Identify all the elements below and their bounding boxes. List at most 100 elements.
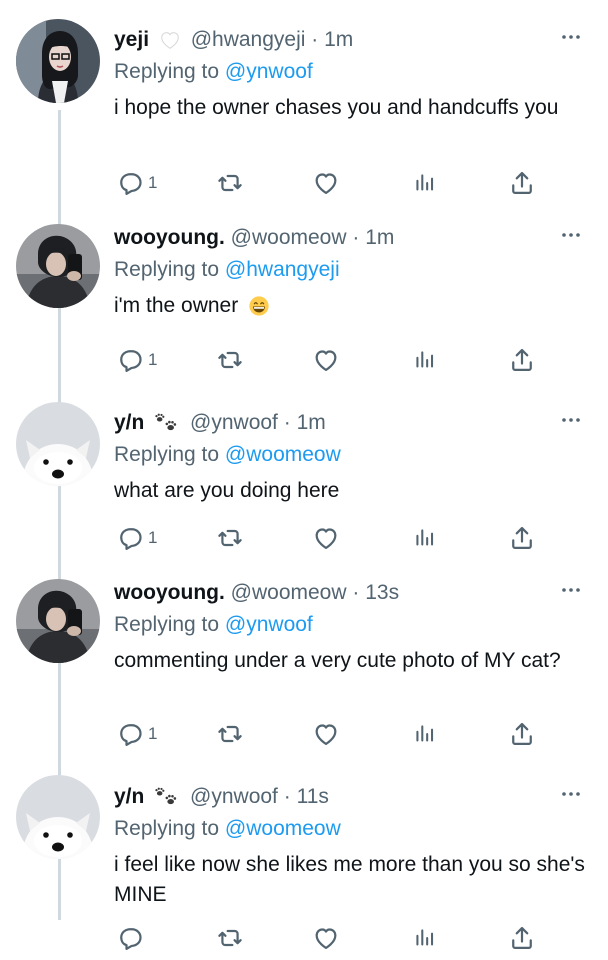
more-options-icon[interactable] <box>556 578 586 602</box>
like-button[interactable] <box>312 522 340 554</box>
timestamp[interactable]: 13s <box>365 581 399 604</box>
retweet-icon <box>216 169 244 197</box>
display-name[interactable]: wooyoung. <box>114 581 225 604</box>
avatar[interactable] <box>16 775 100 859</box>
replying-to-label: Replying to <box>114 443 220 466</box>
replying-to-mention[interactable]: @ynwoof <box>225 613 313 636</box>
share-button[interactable] <box>508 922 536 954</box>
replying-to-label: Replying to <box>114 817 220 840</box>
more-options-icon[interactable] <box>556 408 586 432</box>
views-button[interactable] <box>412 922 438 954</box>
retweet-button[interactable] <box>216 344 244 376</box>
user-handle[interactable]: @hwangyeji <box>191 28 306 51</box>
tweet-actions: 1 <box>114 167 534 199</box>
share-icon <box>508 720 536 748</box>
heart-icon <box>312 720 340 748</box>
tweet-body: y/n @ynwoof · 1m Replying to @woomeow wh… <box>114 408 586 506</box>
retweet-button[interactable] <box>216 718 244 750</box>
replying-to-mention[interactable]: @ynwoof <box>225 60 313 83</box>
reply-icon <box>116 924 144 952</box>
timestamp[interactable]: 1m <box>297 411 326 434</box>
views-button[interactable] <box>412 522 438 554</box>
separator-dot: · <box>311 28 319 51</box>
replying-to-label: Replying to <box>114 60 220 83</box>
share-button[interactable] <box>508 344 536 376</box>
reply-icon <box>116 524 144 552</box>
analytics-icon <box>412 924 438 952</box>
tweet-text: what are you doing here <box>114 479 340 502</box>
timestamp[interactable]: 1m <box>365 226 394 249</box>
reply-button[interactable]: 1 <box>116 522 157 554</box>
replying-to-mention[interactable]: @woomeow <box>225 817 341 840</box>
replying-to: Replying to @woomeow <box>114 440 586 470</box>
tweet-text-container: i'm the owner <box>114 291 586 321</box>
retweet-icon <box>216 346 244 374</box>
display-name[interactable]: y/n <box>114 411 144 434</box>
avatar-image <box>16 402 100 486</box>
reply-button[interactable]: 1 <box>116 718 157 750</box>
views-button[interactable] <box>412 344 438 376</box>
reply-icon <box>116 346 144 374</box>
display-name[interactable]: yeji <box>114 28 149 51</box>
views-button[interactable] <box>412 718 438 750</box>
share-button[interactable] <box>508 522 536 554</box>
retweet-button[interactable] <box>216 522 244 554</box>
retweet-button[interactable] <box>216 922 244 954</box>
heart-icon <box>312 169 340 197</box>
separator-dot: · <box>352 581 360 604</box>
reply-button[interactable]: 1 <box>116 344 157 376</box>
tweet-text: i feel like now she likes me more than y… <box>114 853 585 906</box>
tweet-body: y/n @ynwoof · 11s Replying to @woomeow i… <box>114 782 586 910</box>
user-handle[interactable]: @ynwoof <box>190 411 278 434</box>
avatar-image <box>16 224 100 308</box>
more-options-icon[interactable] <box>556 782 586 806</box>
avatar[interactable] <box>16 19 100 103</box>
replying-to-mention[interactable]: @woomeow <box>225 443 341 466</box>
like-button[interactable] <box>312 167 340 199</box>
heart-icon <box>312 924 340 952</box>
timestamp[interactable]: 11s <box>297 785 329 808</box>
more-options-icon[interactable] <box>556 223 586 247</box>
replying-to-mention[interactable]: @hwangyeji <box>225 258 340 281</box>
avatar-image <box>16 579 100 663</box>
more-options-icon[interactable] <box>556 25 586 49</box>
tweet-header: y/n @ynwoof · 1m <box>114 408 586 438</box>
replying-to: Replying to @hwangyeji <box>114 255 586 285</box>
share-button[interactable] <box>508 167 536 199</box>
display-name[interactable]: y/n <box>114 785 144 808</box>
tweet-header: yeji @hwangyeji · 1m <box>114 25 586 55</box>
avatar-image <box>16 775 100 859</box>
share-button[interactable] <box>508 718 536 750</box>
tweet-text: i hope the owner chases you and handcuff… <box>114 96 559 119</box>
avatar[interactable] <box>16 579 100 663</box>
views-button[interactable] <box>412 167 438 199</box>
separator-dot: · <box>352 226 360 249</box>
replying-to: Replying to @ynwoof <box>114 57 586 87</box>
reply-icon <box>116 169 144 197</box>
reply-button[interactable]: 1 <box>116 167 157 199</box>
tweet-body: yeji @hwangyeji · 1m Replying to @ynwoof… <box>114 25 586 123</box>
analytics-icon <box>412 346 438 374</box>
retweet-icon <box>216 720 244 748</box>
reply-icon <box>116 720 144 748</box>
grinning-face-icon <box>248 295 270 317</box>
like-button[interactable] <box>312 718 340 750</box>
analytics-icon <box>412 720 438 748</box>
tweet-actions: 1 <box>114 718 534 750</box>
avatar-image <box>16 19 100 103</box>
replying-to-label: Replying to <box>114 613 220 636</box>
like-button[interactable] <box>312 922 340 954</box>
like-button[interactable] <box>312 344 340 376</box>
avatar[interactable] <box>16 402 100 486</box>
user-handle[interactable]: @woomeow <box>231 226 347 249</box>
timestamp[interactable]: 1m <box>324 28 353 51</box>
retweet-icon <box>216 924 244 952</box>
reply-button[interactable] <box>116 922 144 954</box>
avatar[interactable] <box>16 224 100 308</box>
replying-to: Replying to @woomeow <box>114 814 586 844</box>
user-handle[interactable]: @ynwoof <box>190 785 278 808</box>
share-icon <box>508 169 536 197</box>
retweet-button[interactable] <box>216 167 244 199</box>
user-handle[interactable]: @woomeow <box>231 581 347 604</box>
display-name[interactable]: wooyoung. <box>114 226 225 249</box>
